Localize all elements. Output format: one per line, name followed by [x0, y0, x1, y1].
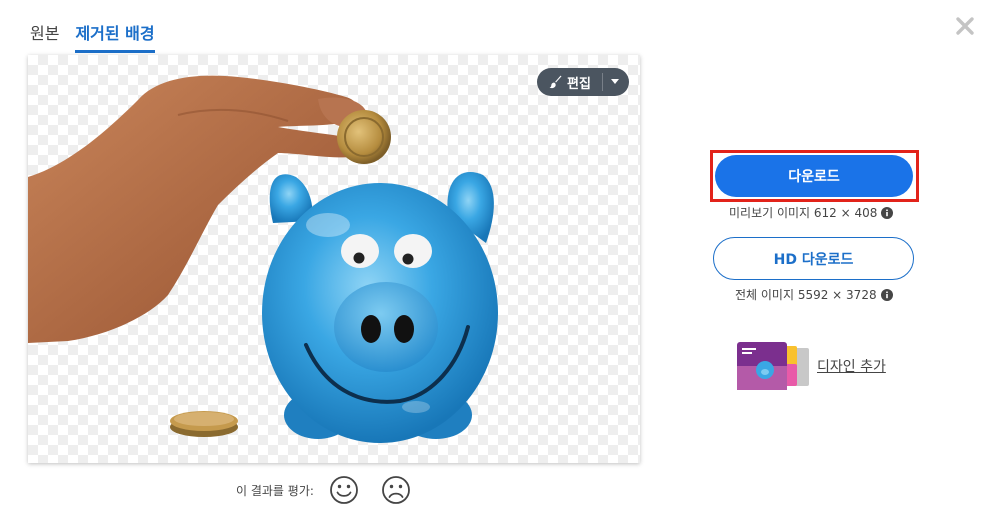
- edit-label: 편집: [567, 76, 591, 92]
- add-design-label: 디자인 추가: [817, 359, 886, 375]
- result-tabs: 원본 제거된 배경: [30, 18, 155, 53]
- rating-label: 이 결과를 평가:: [236, 483, 314, 498]
- info-icon[interactable]: [881, 206, 894, 219]
- preview-size-text: 미리보기 이미지 612 × 408: [729, 206, 878, 220]
- brush-icon: [549, 75, 562, 89]
- download-button[interactable]: 다운로드: [715, 155, 913, 197]
- tab-removed-background[interactable]: 제거된 배경: [75, 18, 155, 53]
- result-preview: 편집: [28, 55, 640, 463]
- design-thumbnail: [737, 342, 809, 390]
- close-icon[interactable]: [953, 14, 977, 38]
- full-size-info: 전체 이미지 5592 × 3728: [735, 286, 893, 303]
- add-design-link[interactable]: 디자인 추가: [737, 342, 886, 390]
- tab-original[interactable]: 원본: [30, 18, 59, 53]
- hd-download-button[interactable]: HD 다운로드: [713, 237, 914, 280]
- edit-button[interactable]: 편집: [537, 68, 629, 96]
- info-icon[interactable]: [880, 288, 893, 301]
- smile-icon[interactable]: [328, 474, 360, 506]
- caret-down-icon[interactable]: [611, 79, 619, 84]
- frown-icon[interactable]: [380, 474, 412, 506]
- full-size-text: 전체 이미지 5592 × 3728: [735, 288, 877, 302]
- rating-bar: 이 결과를 평가:: [236, 474, 432, 506]
- preview-size-info: 미리보기 이미지 612 × 408: [729, 204, 894, 221]
- piggy-bank-image: [28, 75, 498, 443]
- edit-divider: [602, 73, 603, 91]
